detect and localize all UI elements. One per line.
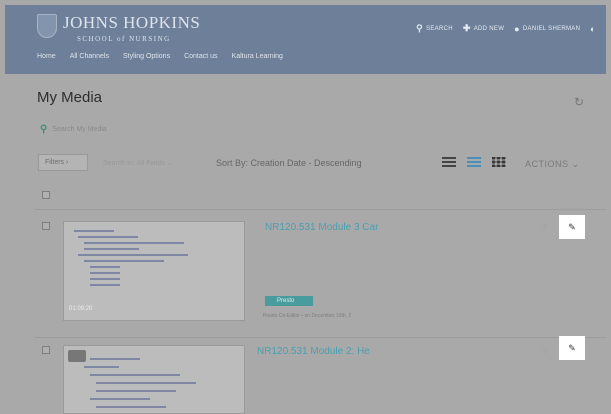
search-label: SEARCH (426, 25, 453, 32)
nav-contact-us[interactable]: Contact us (184, 53, 217, 60)
plus-icon: ✚ (462, 23, 471, 33)
search-button[interactable]: ⚲ SEARCH (416, 23, 453, 34)
view-toggle (442, 157, 506, 167)
select-all-checkbox[interactable] (42, 191, 50, 199)
table-view-icon[interactable] (492, 157, 506, 167)
nav-styling-options[interactable]: Styling Options (123, 53, 170, 60)
search-icon: ⚲ (416, 23, 424, 33)
duration-label: 01:09:20 (69, 306, 93, 312)
divider (35, 337, 606, 338)
add-new-button[interactable]: ✚ ADD NEW (463, 23, 504, 34)
user-menu[interactable]: ● DANIEL SHERMAN (514, 24, 580, 34)
main-nav: Home All Channels Styling Options Contac… (37, 53, 283, 60)
actions-dropdown[interactable]: ACTIONS ⌄ (525, 159, 580, 170)
item-checkbox[interactable] (42, 222, 50, 230)
search-icon: ⚲ (40, 124, 48, 135)
refresh-icon[interactable]: ↻ (574, 95, 584, 109)
logo-main-text: JOHNS HOPKINS (63, 13, 201, 32)
user-icon: ● (514, 23, 520, 34)
site-header: JOHNS HOPKINS SCHOOL of NURSING ⚲ SEARCH… (5, 5, 606, 74)
media-thumbnail[interactable]: 01:09:20 (63, 221, 245, 321)
search-input[interactable]: Search My Media (52, 126, 106, 133)
nav-all-channels[interactable]: All Channels (70, 53, 109, 60)
like-icon[interactable]: ♡ (542, 348, 547, 355)
half-circle-icon: ◐ (590, 23, 596, 34)
shield-icon (37, 14, 57, 38)
logo-sub-text: SCHOOL of NURSING (77, 35, 171, 43)
media-title[interactable]: NR120.531 Module 2: He (257, 346, 370, 357)
nav-home[interactable]: Home (37, 53, 56, 60)
divider (35, 209, 606, 210)
media-type-badge: Presto (265, 296, 313, 306)
header-actions: ⚲ SEARCH ✚ ADD NEW ● DANIEL SHERMAN ◐ (416, 23, 596, 34)
search-my-media[interactable]: ⚲ Search My Media (40, 124, 107, 135)
university-logo[interactable]: JOHNS HOPKINS SCHOOL of NURSING (37, 14, 200, 43)
edit-button[interactable]: ✎ (559, 336, 585, 360)
search-fields-dropdown[interactable]: Search In: All Fields ⌄ (103, 159, 173, 167)
list-view-icon[interactable] (442, 157, 456, 167)
detailed-view-icon[interactable] (467, 157, 481, 167)
filters-button[interactable]: Filters › (38, 154, 88, 171)
page-title: My Media (37, 89, 103, 106)
add-new-label: ADD NEW (473, 25, 505, 32)
item-checkbox[interactable] (42, 346, 50, 354)
contrast-toggle[interactable]: ◐ (590, 24, 596, 34)
media-title[interactable]: NR120.531 Module 3 Car (265, 222, 378, 233)
sort-by-dropdown[interactable]: Sort By: Creation Date - Descending (216, 158, 362, 168)
edit-button[interactable]: ✎ (559, 215, 585, 239)
like-icon[interactable]: ♡ (542, 224, 547, 231)
nav-kaltura-learning[interactable]: Kaltura Learning (232, 53, 283, 60)
media-thumbnail[interactable] (63, 345, 245, 414)
main-content: My Media ↻ ⚲ Search My Media Filters › S… (5, 74, 606, 414)
user-name: DANIEL SHERMAN (522, 25, 581, 32)
video-overlay-icon (68, 350, 86, 362)
media-meta: Presto Co-Editor • on December 10th, 2 (263, 313, 352, 319)
